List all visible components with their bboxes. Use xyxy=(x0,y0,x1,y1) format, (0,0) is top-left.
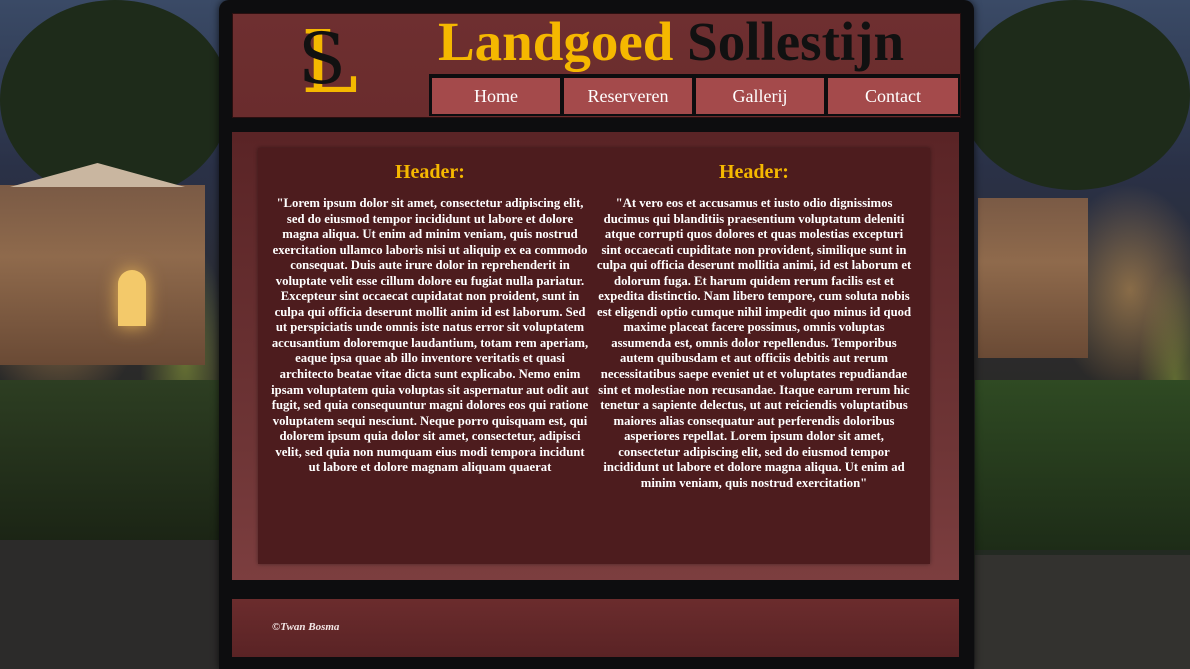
lit-window xyxy=(118,270,146,326)
house-left xyxy=(0,185,205,365)
site-logo[interactable]: L S xyxy=(297,18,369,110)
nav-item-gallerij[interactable]: Gallerij xyxy=(696,78,824,114)
site-title-part1: Landgoed xyxy=(438,11,674,72)
column-header: Header: xyxy=(719,161,789,183)
column-text: "Lorem ipsum dolor sit amet, consectetur… xyxy=(271,196,589,475)
content-column-left: Header: "Lorem ipsum dolor sit amet, con… xyxy=(270,148,590,476)
column-header: Header: xyxy=(395,161,465,183)
house-right xyxy=(978,198,1088,358)
copyright-text: ©Twan Bosma xyxy=(272,621,340,633)
logo-letter-s: S xyxy=(298,18,346,100)
content-area: Header: "Lorem ipsum dolor sit amet, con… xyxy=(258,148,930,564)
column-text: "At vero eos et accusamus et iusto odio … xyxy=(596,196,912,490)
main-nav: Home Reserveren Gallerij Contact xyxy=(429,74,960,116)
nav-item-contact[interactable]: Contact xyxy=(828,78,958,114)
content-column-right: Header: "At vero eos et accusamus et ius… xyxy=(594,148,914,491)
site-title-part2: Sollestijn xyxy=(687,11,905,72)
nav-item-home[interactable]: Home xyxy=(432,78,560,114)
site-title: Landgoed Sollestijn xyxy=(438,12,904,72)
nav-item-reserveren[interactable]: Reserveren xyxy=(564,78,692,114)
site-footer: ©Twan Bosma xyxy=(232,599,959,657)
